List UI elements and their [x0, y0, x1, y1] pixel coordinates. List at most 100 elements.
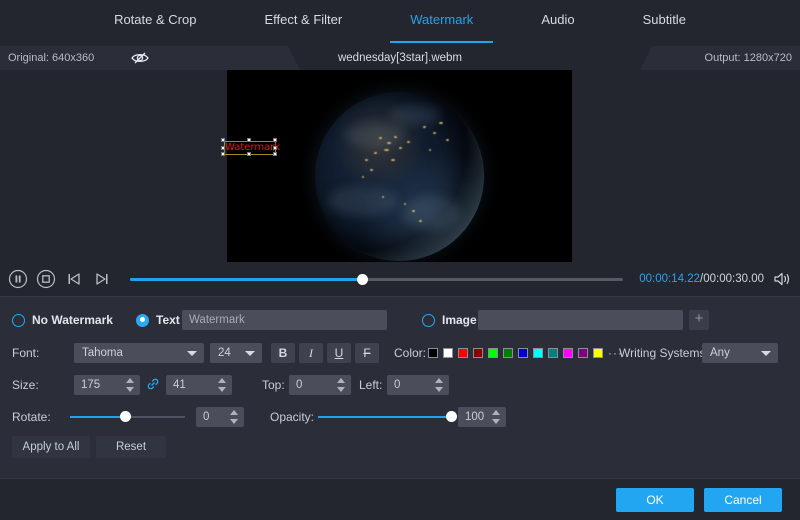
stepper-down-icon[interactable] — [337, 387, 345, 392]
color-swatch[interactable] — [473, 348, 483, 358]
color-swatch[interactable] — [488, 348, 498, 358]
color-swatch[interactable] — [503, 348, 513, 358]
reset-button[interactable]: Reset — [96, 436, 166, 458]
stepper-up-icon[interactable] — [435, 378, 443, 383]
stepper-up-icon[interactable] — [218, 378, 226, 383]
rotate-slider[interactable] — [70, 411, 185, 423]
opacity-stepper[interactable]: 100 — [458, 407, 506, 427]
slider-handle[interactable] — [120, 411, 131, 422]
output-resolution-chip: Output: 1280x720 — [640, 46, 800, 70]
stepper-down-icon[interactable] — [230, 419, 238, 424]
tab-subtitle[interactable]: Subtitle — [609, 0, 720, 46]
resize-handle[interactable] — [247, 152, 251, 156]
add-image-button[interactable]: + — [689, 310, 709, 330]
video-editor-window: Rotate & Crop Effect & Filter Watermark … — [0, 0, 800, 520]
tab-rotate-crop[interactable]: Rotate & Crop — [80, 0, 230, 46]
font-label: Font: — [12, 346, 39, 360]
color-swatch[interactable] — [578, 348, 588, 358]
watermark-overlay[interactable]: Watermark — [224, 141, 276, 155]
watermark-image-input[interactable] — [478, 310, 683, 330]
writing-systems-value: Any — [702, 347, 730, 359]
color-swatch[interactable] — [593, 348, 603, 358]
stepper-down-icon[interactable] — [435, 387, 443, 392]
size-height-value: 41 — [166, 379, 186, 391]
text-watermark-option[interactable]: Text — [136, 313, 180, 327]
resize-handle[interactable] — [221, 146, 225, 150]
color-swatch[interactable] — [443, 348, 453, 358]
left-stepper[interactable]: 0 — [387, 375, 449, 395]
stepper-down-icon[interactable] — [492, 419, 500, 424]
resize-handle[interactable] — [221, 138, 225, 142]
size-label: Size: — [12, 378, 39, 392]
stepper-up-icon[interactable] — [230, 410, 238, 415]
previous-frame-icon[interactable] — [64, 269, 84, 289]
current-time: 00:00:14.22 — [639, 273, 700, 285]
tab-audio[interactable]: Audio — [507, 0, 608, 46]
image-watermark-option[interactable]: Image — [422, 313, 477, 327]
slider-fill — [70, 416, 125, 418]
video-preview[interactable] — [227, 70, 572, 262]
color-swatch[interactable] — [518, 348, 528, 358]
stepper-down-icon[interactable] — [218, 387, 226, 392]
slider-handle[interactable] — [446, 411, 457, 422]
image-watermark-radio[interactable] — [422, 314, 435, 327]
font-size-select[interactable]: 24 — [210, 343, 262, 363]
rotate-label: Rotate: — [12, 410, 51, 424]
color-swatch[interactable] — [533, 348, 543, 358]
writing-systems-label: Writing Systems: — [619, 346, 709, 360]
no-watermark-option[interactable]: No Watermark — [12, 313, 113, 327]
top-label: Top: — [262, 378, 285, 392]
city-lights — [315, 92, 483, 260]
stop-icon[interactable] — [36, 269, 56, 289]
resize-handle[interactable] — [221, 152, 225, 156]
tab-watermark[interactable]: Watermark — [376, 0, 507, 46]
watermark-text-input[interactable] — [182, 310, 387, 330]
seek-bar[interactable] — [130, 272, 623, 286]
opacity-slider[interactable] — [318, 411, 451, 423]
resize-handle[interactable] — [273, 146, 277, 150]
resize-handle[interactable] — [273, 138, 277, 142]
bold-button[interactable]: B — [271, 343, 295, 363]
text-watermark-label: Text — [156, 313, 180, 327]
underline-button[interactable]: U — [327, 343, 351, 363]
top-stepper[interactable]: 0 — [289, 375, 351, 395]
italic-button[interactable]: I — [299, 343, 323, 363]
volume-icon[interactable] — [772, 270, 792, 288]
font-family-select[interactable]: Tahoma — [74, 343, 204, 363]
link-icon[interactable] — [146, 377, 160, 394]
resize-handle[interactable] — [247, 138, 251, 142]
ok-button[interactable]: OK — [616, 488, 694, 512]
output-resolution-label: Output: 1280x720 — [705, 52, 800, 64]
eye-slash-icon[interactable] — [130, 50, 150, 66]
stepper-up-icon[interactable] — [126, 378, 134, 383]
opacity-value: 100 — [458, 411, 484, 423]
stepper-up-icon[interactable] — [492, 410, 500, 415]
seek-progress — [130, 278, 362, 281]
next-frame-icon[interactable] — [92, 269, 112, 289]
apply-to-all-button[interactable]: Apply to All — [12, 436, 90, 458]
size-height-stepper[interactable]: 41 — [166, 375, 232, 395]
color-swatches: ··· — [428, 346, 623, 360]
color-swatch[interactable] — [563, 348, 573, 358]
rotate-stepper[interactable]: 0 — [196, 407, 244, 427]
stepper-up-icon[interactable] — [337, 378, 345, 383]
tab-bar: Rotate & Crop Effect & Filter Watermark … — [0, 0, 800, 46]
text-watermark-radio[interactable] — [136, 314, 149, 327]
left-value: 0 — [387, 379, 400, 391]
stepper-down-icon[interactable] — [126, 387, 134, 392]
color-swatch[interactable] — [458, 348, 468, 358]
color-swatch[interactable] — [428, 348, 438, 358]
no-watermark-label: No Watermark — [32, 313, 113, 327]
writing-systems-select[interactable]: Any — [702, 343, 778, 363]
watermark-overlay-text: Watermark — [225, 141, 280, 154]
resize-handle[interactable] — [273, 152, 277, 156]
strikethrough-button[interactable]: F — [355, 343, 379, 363]
cancel-button[interactable]: Cancel — [704, 488, 782, 512]
seek-handle[interactable] — [357, 274, 368, 285]
size-width-stepper[interactable]: 175 — [74, 375, 140, 395]
image-watermark-label: Image — [442, 313, 477, 327]
color-swatch[interactable] — [548, 348, 558, 358]
pause-icon[interactable] — [8, 269, 28, 289]
no-watermark-radio[interactable] — [12, 314, 25, 327]
tab-effect-filter[interactable]: Effect & Filter — [230, 0, 376, 46]
